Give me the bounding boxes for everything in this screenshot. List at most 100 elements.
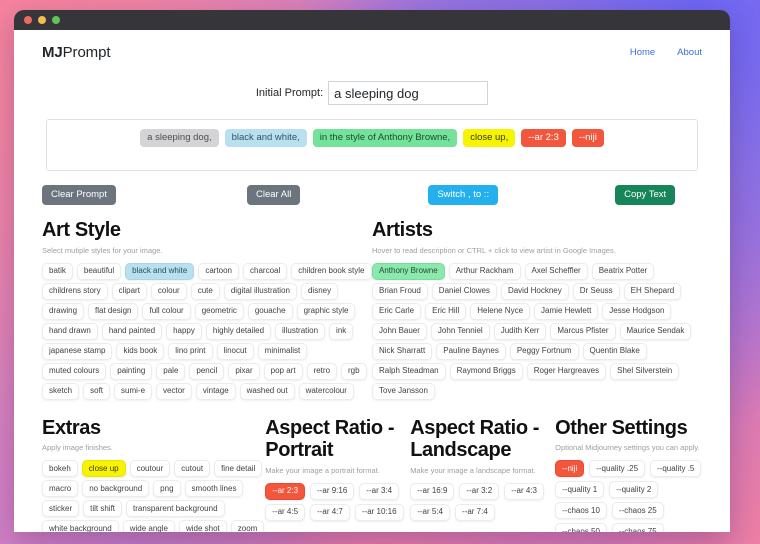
chip-transparent-background[interactable]: transparent background — [126, 500, 225, 518]
close-window-icon[interactable] — [24, 16, 32, 24]
chip-rgb[interactable]: rgb — [341, 362, 367, 380]
chip-ar-9-16[interactable]: --ar 9:16 — [310, 482, 355, 500]
chip-drawing[interactable]: drawing — [42, 302, 85, 320]
chip-chaos-50[interactable]: --chaos 50 — [555, 523, 607, 532]
prompt-preview-tag[interactable]: black and white, — [224, 129, 307, 147]
chip-smooth-lines[interactable]: smooth lines — [184, 480, 244, 498]
chip-children-book-style[interactable]: children book style — [291, 262, 372, 280]
chip-chaos-10[interactable]: --chaos 10 — [555, 502, 607, 520]
chip-chaos-25[interactable]: --chaos 25 — [611, 502, 664, 520]
chip-kids-book[interactable]: kids book — [116, 342, 165, 360]
chip-ar-4-7[interactable]: --ar 4:7 — [310, 503, 350, 521]
chip-ar-2-3[interactable]: --ar 2:3 — [265, 482, 306, 500]
copy-text-button[interactable]: Copy Text — [615, 185, 676, 206]
chip-no-background[interactable]: no background — [82, 480, 150, 498]
chip-watercolour[interactable]: watercolour — [298, 382, 354, 400]
chip-white-background[interactable]: white background — [42, 520, 119, 532]
chip-wide-angle[interactable]: wide angle — [122, 520, 175, 532]
chip-macro[interactable]: macro — [42, 480, 79, 498]
chip-brian-froud[interactable]: Brian Froud — [372, 282, 428, 300]
prompt-preview-tag[interactable]: --ar 2:3 — [521, 129, 566, 147]
prompt-preview-tag[interactable]: --niji — [571, 129, 604, 147]
chip-daniel-clowes[interactable]: Daniel Clowes — [431, 282, 497, 300]
chip-axel-scheffler[interactable]: Axel Scheffler — [524, 262, 588, 280]
chip-pixar[interactable]: pixar — [228, 362, 260, 380]
nav-link-about[interactable]: About — [677, 47, 702, 58]
chip-hand-painted[interactable]: hand painted — [101, 322, 163, 340]
chip-beautiful[interactable]: beautiful — [76, 262, 122, 280]
chip-vector[interactable]: vector — [156, 382, 192, 400]
chip-painting[interactable]: painting — [110, 362, 153, 380]
chip-pauline-baynes[interactable]: Pauline Baynes — [436, 342, 506, 360]
chip-clipart[interactable]: clipart — [111, 282, 147, 300]
chip-japanese-stamp[interactable]: japanese stamp — [42, 342, 113, 360]
chip-arthur-rackham[interactable]: Arthur Rackham — [448, 262, 521, 280]
clear-all-button[interactable]: Clear All — [246, 185, 301, 206]
chip-cartoon[interactable]: cartoon — [198, 262, 239, 280]
chip-chaos-75[interactable]: --chaos 75 — [611, 523, 664, 532]
chip-quentin-blake[interactable]: Quentin Blake — [582, 342, 647, 360]
chip-maurice-sendak[interactable]: Maurice Sendak — [619, 322, 692, 340]
chip-roger-hargreaves[interactable]: Roger Hargreaves — [526, 362, 607, 380]
chip-illustration[interactable]: illustration — [275, 322, 326, 340]
chip-ar-16-9[interactable]: --ar 16:9 — [410, 482, 455, 500]
chip-ar-4-3[interactable]: --ar 4:3 — [504, 482, 545, 500]
chip-tove-jansson[interactable]: Tove Jansson — [372, 382, 435, 400]
prompt-preview-tag[interactable]: close up, — [463, 129, 516, 147]
chip-washed-out[interactable]: washed out — [239, 382, 295, 400]
nav-link-home[interactable]: Home — [630, 47, 655, 58]
chip-colour[interactable]: colour — [150, 282, 187, 300]
chip-david-hockney[interactable]: David Hockney — [500, 282, 569, 300]
chip-beatrix-potter[interactable]: Beatrix Potter — [591, 262, 655, 280]
chip-john-tenniel[interactable]: John Tenniel — [430, 322, 490, 340]
chip-eric-hill[interactable]: Eric Hill — [425, 302, 467, 320]
chip-quality-2[interactable]: --quality 2 — [609, 481, 659, 499]
chip-dr-seuss[interactable]: Dr Seuss — [572, 282, 620, 300]
chip-jamie-hewlett[interactable]: Jamie Hewlett — [534, 302, 599, 320]
chip-full-colour[interactable]: full colour — [142, 302, 191, 320]
chip-ar-3-2[interactable]: --ar 3:2 — [459, 482, 500, 500]
chip-shel-silverstein[interactable]: Shel Silverstein — [610, 362, 680, 380]
chip-charcoal[interactable]: charcoal — [243, 262, 288, 280]
chip-muted-colours[interactable]: muted colours — [42, 362, 107, 380]
chip-batik[interactable]: batik — [42, 262, 73, 280]
chip-tilt-shift[interactable]: tilt shift — [83, 500, 123, 518]
chip-highly-detailed[interactable]: highly detailed — [205, 322, 272, 340]
chip-retro[interactable]: retro — [306, 362, 338, 380]
chip-nick-sharratt[interactable]: Nick Sharratt — [372, 342, 433, 360]
chip-digital-illustration[interactable]: digital illustration — [223, 282, 297, 300]
chip-fine-detail[interactable]: fine detail — [214, 460, 263, 478]
chip-childrens-story[interactable]: childrens story — [42, 282, 108, 300]
chip-gouache[interactable]: gouache — [247, 302, 293, 320]
chip-pale[interactable]: pale — [156, 362, 186, 380]
chip-lino-print[interactable]: lino print — [168, 342, 213, 360]
chip-wide-shot[interactable]: wide shot — [178, 520, 227, 532]
chip-judith-kerr[interactable]: Judith Kerr — [493, 322, 547, 340]
chip-raymond-briggs[interactable]: Raymond Briggs — [449, 362, 523, 380]
brand-logo[interactable]: MJPrompt — [42, 44, 110, 61]
chip-jesse-hodgson[interactable]: Jesse Hodgson — [602, 302, 672, 320]
chip-coutour[interactable]: coutour — [129, 460, 171, 478]
chip-ar-10-16[interactable]: --ar 10:16 — [354, 503, 404, 521]
chip-disney[interactable]: disney — [300, 282, 339, 300]
chip-ar-4-5[interactable]: --ar 4:5 — [265, 503, 306, 521]
chip-sumi-e[interactable]: sumi-e — [114, 382, 153, 400]
chip-peggy-fortnum[interactable]: Peggy Fortnum — [509, 342, 579, 360]
chip-ar-5-4[interactable]: --ar 5:4 — [410, 503, 450, 521]
chip-helene-nyce[interactable]: Helene Nyce — [470, 302, 531, 320]
chip-black-and-white[interactable]: black and white — [125, 262, 195, 280]
chip-ar-7-4[interactable]: --ar 7:4 — [454, 503, 495, 521]
chip-geometric[interactable]: geometric — [194, 302, 244, 320]
chip-png[interactable]: png — [153, 480, 181, 498]
chip-eric-carle[interactable]: Eric Carle — [372, 302, 422, 320]
prompt-preview-tag[interactable]: in the style of Anthony Browne, — [312, 129, 458, 147]
chip-graphic-style[interactable]: graphic style — [296, 302, 356, 320]
chip-bokeh[interactable]: bokeh — [42, 460, 78, 478]
chip-pencil[interactable]: pencil — [189, 362, 225, 380]
minimize-window-icon[interactable] — [38, 16, 46, 24]
chip-ralph-steadman[interactable]: Ralph Steadman — [372, 362, 446, 380]
chip-ink[interactable]: ink — [329, 322, 354, 340]
chip-hand-drawn[interactable]: hand drawn — [42, 322, 98, 340]
chip-ar-3-4[interactable]: --ar 3:4 — [359, 482, 400, 500]
chip-soft[interactable]: soft — [83, 382, 111, 400]
